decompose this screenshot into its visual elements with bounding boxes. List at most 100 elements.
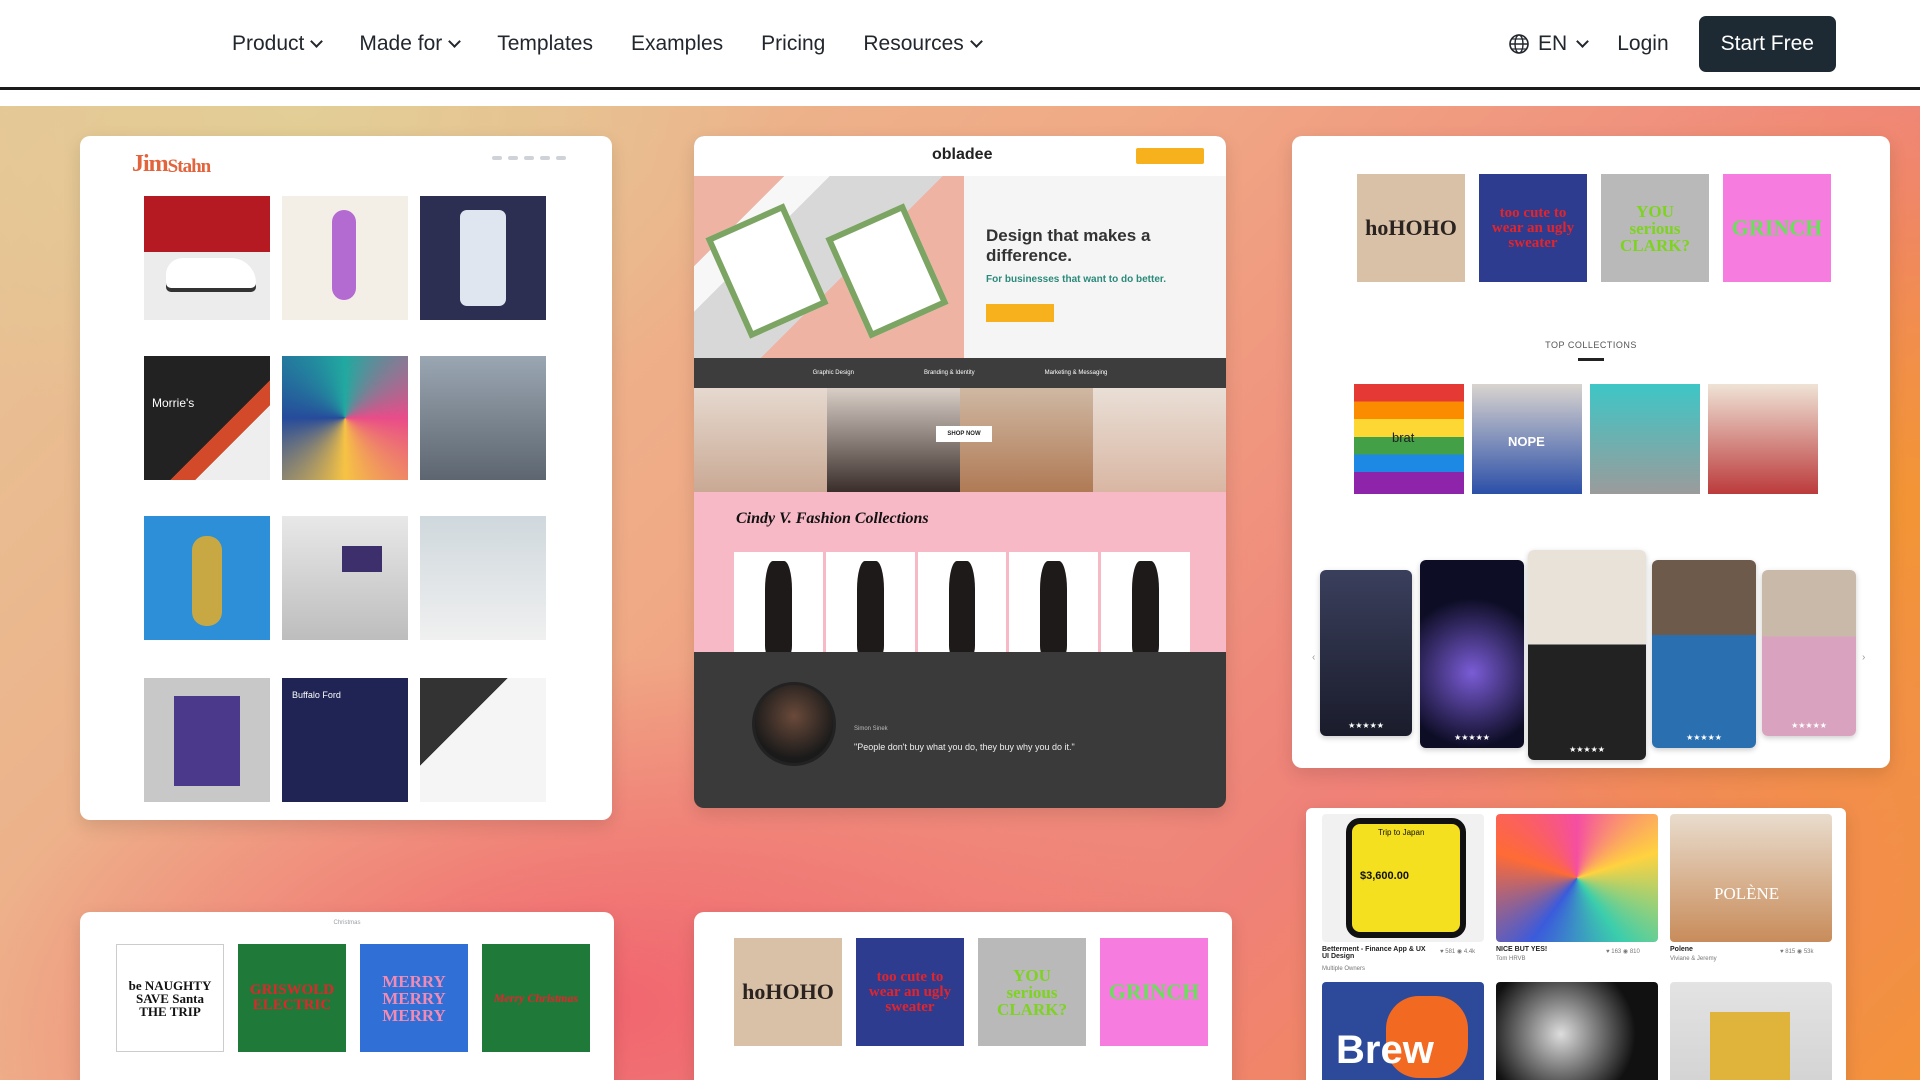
rating-stars: ★★★★★: [1791, 721, 1827, 730]
main-nav: Product Made for Templates Examples Pric…: [232, 0, 983, 88]
shot-stats: ♥ 581 ◉ 4.4k: [1440, 949, 1476, 955]
rating-stars: ★★★★★: [1348, 721, 1384, 730]
shot-author[interactable]: Tom HRVB: [1496, 956, 1526, 962]
shot-title[interactable]: NICE BUT YES!: [1496, 946, 1547, 953]
obladee-headline: Design that makes a difference.: [986, 226, 1151, 265]
obladee-services-bar: Graphic Design Branding & Identity Marke…: [694, 358, 1226, 388]
rating-stars: ★★★★★: [1686, 733, 1722, 742]
collection-thumb[interactable]: [1708, 384, 1818, 494]
example-card-christmas[interactable]: Christmas be NAUGHTY SAVE Santa THE TRIP…: [80, 912, 614, 1080]
obladee-logo: obladee: [932, 146, 993, 163]
nav-made-for[interactable]: Made for: [359, 32, 462, 56]
service-marketing[interactable]: Marketing & Messaging: [1045, 370, 1108, 376]
language-label: EN: [1538, 32, 1568, 55]
nav-examples-label: Examples: [630, 32, 724, 55]
nav-templates[interactable]: Templates: [497, 32, 593, 56]
shop-now-button[interactable]: SHOP NOW: [936, 426, 992, 442]
review-photo[interactable]: ★★★★★: [1528, 550, 1646, 760]
obladee-header-button[interactable]: [1136, 148, 1204, 164]
review-photo[interactable]: ★★★★★: [1420, 560, 1524, 748]
login-link[interactable]: Login: [1617, 32, 1668, 56]
nav-product[interactable]: Product: [232, 32, 324, 56]
globe-icon: [1509, 34, 1529, 54]
review-photo[interactable]: ★★★★★: [1320, 570, 1412, 736]
shot-author[interactable]: Viviane & Jeremy: [1670, 956, 1717, 962]
collections-row: brat NOPE: [1354, 384, 1818, 494]
shot-sculpture[interactable]: [1496, 982, 1658, 1080]
start-free-button[interactable]: Start Free: [1698, 16, 1836, 72]
shot-title[interactable]: Polene: [1670, 946, 1693, 953]
merch-design[interactable]: too cute to wear an ugly sweater: [856, 938, 964, 1046]
chevron-down-icon: [969, 35, 983, 48]
shot-nice-but-yes[interactable]: [1496, 814, 1658, 942]
top-navigation-bar: Product Made for Templates Examples Pric…: [0, 0, 1920, 90]
fashion-products: [734, 552, 1190, 664]
example-card-portfolio[interactable]: JimStahn Morrie's Buffalo Ford: [80, 136, 612, 820]
obladee-cta-button[interactable]: [986, 304, 1054, 322]
merch-design[interactable]: YOU serious CLARK?: [1601, 174, 1709, 282]
obladee-hero: [694, 176, 1226, 358]
shot-stats: ♥ 163 ◉ 810: [1606, 949, 1640, 955]
example-card-obladee[interactable]: obladee Design that makes a difference. …: [694, 136, 1226, 808]
merch-design[interactable]: GRISWOLD ELECTRIC: [238, 944, 346, 1052]
quote-avatar: [752, 682, 836, 766]
fashion-product[interactable]: [917, 552, 1007, 664]
fashion-product[interactable]: [1009, 552, 1099, 664]
language-selector[interactable]: EN: [1508, 32, 1590, 56]
obladee-subhead: For businesses that want to do better.: [986, 274, 1167, 285]
nav-examples[interactable]: Examples: [631, 32, 723, 56]
shot-betterment[interactable]: Trip to Japan $3,600.00: [1322, 814, 1484, 942]
example-card-merch-store[interactable]: hoHOHO too cute to wear an ugly sweater …: [1292, 136, 1890, 768]
carousel-prev-icon[interactable]: ‹: [1312, 652, 1315, 663]
collection-thumb[interactable]: [1590, 384, 1700, 494]
collection-thumb[interactable]: NOPE: [1472, 384, 1582, 494]
chevron-down-icon: [1576, 35, 1590, 48]
carousel-next-icon[interactable]: ›: [1862, 652, 1865, 663]
nav-templates-label: Templates: [497, 32, 593, 55]
shot-packaging[interactable]: [1670, 982, 1832, 1080]
merch-design[interactable]: too cute to wear an ugly sweater: [1479, 174, 1587, 282]
fashion-product[interactable]: [734, 552, 823, 664]
nav-resources[interactable]: Resources: [863, 32, 983, 56]
portfolio-thumb-street: [420, 356, 546, 480]
fashion-product[interactable]: [1101, 552, 1190, 664]
merch-design[interactable]: MERRY MERRY MERRY: [360, 944, 468, 1052]
example-card-merch-repeat[interactable]: hoHOHO too cute to wear an ugly sweater …: [694, 912, 1232, 1080]
review-photo[interactable]: ★★★★★: [1762, 570, 1856, 736]
examples-showcase: JimStahn Morrie's Buffalo Ford obladee D…: [0, 106, 1920, 1080]
service-branding[interactable]: Branding & Identity: [924, 370, 975, 376]
shot-author[interactable]: Multiple Owners: [1322, 966, 1365, 972]
merch-design[interactable]: GRINCH: [1100, 938, 1208, 1046]
nav-pricing-label: Pricing: [761, 32, 826, 55]
review-photo[interactable]: ★★★★★: [1652, 560, 1756, 748]
merch-design[interactable]: be NAUGHTY SAVE Santa THE TRIP: [116, 944, 224, 1052]
heading-underline: [1578, 358, 1604, 361]
obladee-header: obladee: [694, 136, 1226, 176]
header-actions: EN Login Start Free: [1508, 0, 1836, 88]
merch-design[interactable]: YOU serious CLARK?: [978, 938, 1086, 1046]
example-card-design-shots[interactable]: Trip to Japan $3,600.00 Betterment - Fin…: [1306, 808, 1846, 1080]
nav-resources-label: Resources: [863, 32, 964, 55]
shot-title[interactable]: Betterment - Finance App & UX UI Design: [1322, 946, 1432, 960]
collection-thumb[interactable]: brat: [1354, 384, 1464, 494]
portfolio-thumb-morries: Morrie's: [144, 356, 270, 480]
portfolio-thumb-office: [282, 516, 408, 640]
portfolio-thumb-buffalo: Buffalo Ford: [282, 678, 408, 802]
shot-polene[interactable]: POLÈNE: [1670, 814, 1832, 942]
portfolio-thumb-dancer: [144, 516, 270, 640]
portfolio-thumb-gymnast: [282, 196, 408, 320]
fashion-product[interactable]: [825, 552, 915, 664]
merch-design[interactable]: Merry Christmas: [482, 944, 590, 1052]
shot-brew[interactable]: Brew: [1322, 982, 1484, 1080]
merch-design[interactable]: hoHOHO: [734, 938, 842, 1046]
shot-stats: ♥ 815 ◉ 53k: [1780, 949, 1814, 955]
merch-design[interactable]: GRINCH: [1723, 174, 1831, 282]
chevron-down-icon: [310, 35, 324, 48]
nav-pricing[interactable]: Pricing: [761, 32, 825, 56]
service-graphic-design[interactable]: Graphic Design: [813, 370, 854, 376]
portfolio-thumb-notebook: [420, 678, 546, 802]
nav-product-label: Product: [232, 32, 305, 55]
merch-designs-row: hoHOHO too cute to wear an ugly sweater …: [734, 938, 1208, 1046]
merch-design[interactable]: hoHOHO: [1357, 174, 1465, 282]
merch-designs-row: hoHOHO too cute to wear an ugly sweater …: [1357, 174, 1831, 282]
